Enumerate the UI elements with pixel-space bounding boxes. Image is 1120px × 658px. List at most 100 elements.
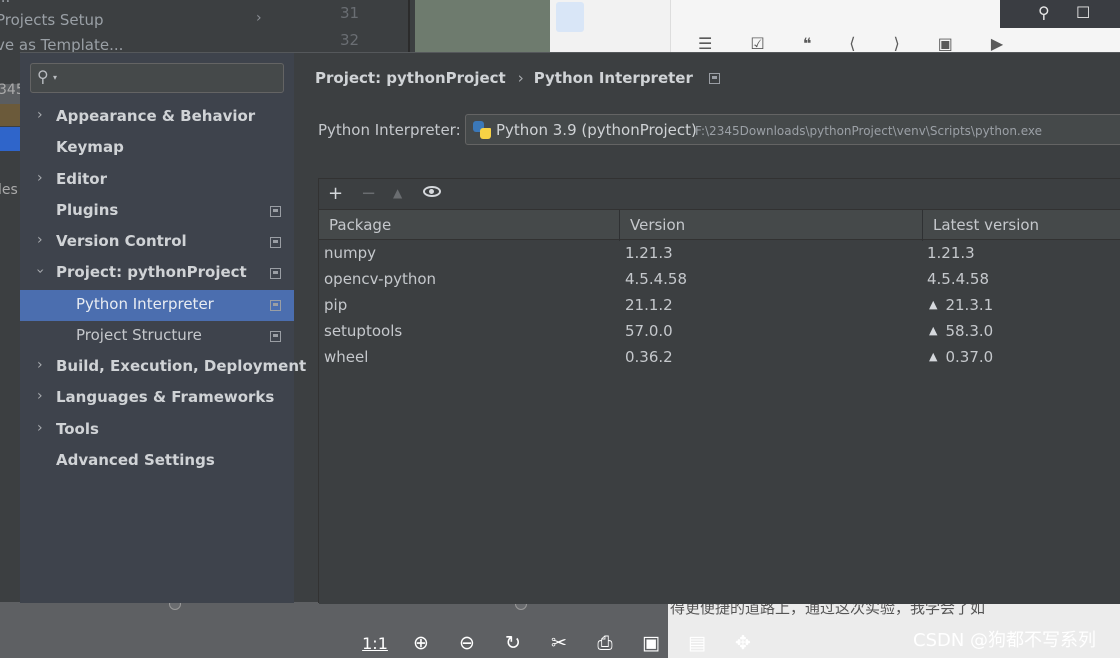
background-tool-panel [550,0,670,52]
plus-icon[interactable]: + [328,183,343,204]
table-row[interactable]: opencv-python 4.5.4.58 4.5.4.58 [319,267,1120,293]
sidebar-item-label: Plugins [56,201,119,219]
package-latest: ▲ 0.37.0 [927,348,993,366]
maximize-icon[interactable]: ☐ [1076,3,1090,22]
sidebar-item-label: Project: pythonProject [56,263,247,281]
package-name: pip [324,296,348,314]
sidebar-item-advanced-settings[interactable]: Advanced Settings [20,446,294,477]
table-header: Package Version Latest version [319,209,1120,241]
sidebar-item-project-structure[interactable]: Project Structure [20,321,294,352]
minus-icon[interactable]: − [361,183,376,204]
chevron-right-icon: › [37,170,43,186]
sidebar-item-tools[interactable]: › Tools [20,415,294,446]
chevron-down-icon: ▾ [53,73,58,82]
image-edit-icon[interactable]: ▤ [682,632,712,654]
background-block [0,127,20,151]
sidebar-item-label: Tools [56,420,99,438]
interpreter-select[interactable]: Python 3.9 (pythonProject) F:\2345Downlo… [465,114,1120,145]
package-latest: 1.21.3 [927,244,975,262]
table-row[interactable]: wheel 0.36.2 ▲ 0.37.0 [319,345,1120,371]
chevron-right-icon: › [37,107,43,123]
package-version: 4.5.4.58 [625,270,688,288]
packages-table: Package Version Latest version numpy 1.2… [319,209,1120,604]
package-name: setuptools [324,322,403,340]
background-text: Projects Setup [0,11,104,29]
project-scope-icon [270,237,281,248]
upgrade-available-icon: ▲ [929,324,938,337]
package-version: 1.21.3 [625,244,673,262]
gallery-icon[interactable]: ▣ [636,632,666,654]
package-version: 0.36.2 [625,348,673,366]
sidebar-item-editor[interactable]: › Editor [20,165,294,196]
table-row[interactable]: setuptools 57.0.0 ▲ 58.3.0 [319,319,1120,345]
editor-toolbar-icons: ☰☑❝⟨⟩▣▶ [698,34,1042,53]
eye-icon[interactable] [423,186,441,197]
breadcrumb-current: Python Interpreter [533,69,693,87]
chevron-right-icon: › [37,357,43,373]
chevron-down-icon: › [31,268,48,274]
sidebar-item-appearance-behavior[interactable]: › Appearance & Behavior [20,102,294,133]
location-pin-icon [556,2,584,32]
actual-size-button[interactable]: 1:1 [360,634,390,653]
sidebar-item-label: Editor [56,170,107,188]
column-divider[interactable] [922,210,923,241]
sidebar-item-python-interpreter[interactable]: Python Interpreter [20,290,294,321]
latest-version-text: 4.5.4.58 [927,270,990,288]
crop-icon[interactable]: ✂ [544,632,574,654]
project-scope-icon [270,331,281,342]
sidebar-item-languages-frameworks[interactable]: › Languages & Frameworks [20,383,294,414]
column-header-package[interactable]: Package [329,216,391,234]
fit-screen-icon[interactable]: ✥ [728,632,758,654]
table-row[interactable]: numpy 1.21.3 1.21.3 [319,241,1120,267]
sidebar-item-version-control[interactable]: › Version Control [20,227,294,258]
sidebar-item-label: Version Control [56,232,187,250]
background-left-strip: 345 les [0,52,25,607]
sidebar-item-build-execution-deployment[interactable]: › Build, Execution, Deployment [20,352,306,383]
sidebar-item-label: Project Structure [76,326,202,344]
sidebar-item-project[interactable]: › Project: pythonProject [20,258,294,289]
latest-version-text: 21.3.1 [945,296,994,314]
column-header-latest-version[interactable]: Latest version [933,216,1039,234]
sidebar-item-keymap[interactable]: Keymap [20,133,294,164]
settings-dialog: ⚲ ▾ › Appearance & Behavior Keymap › Edi… [20,52,1120,604]
background-text: ... [0,0,10,6]
package-version: 21.1.2 [625,296,673,314]
window-title-bar: ⚲ ☐ [1000,0,1120,28]
interpreter-path: F:\2345Downloads\pythonProject\venv\Scri… [695,124,1043,138]
sidebar-item-plugins[interactable]: Plugins [20,196,294,227]
settings-content: Project: pythonProject › Python Interprete… [294,53,1120,604]
package-latest: 4.5.4.58 [927,270,989,288]
project-scope-icon [270,268,281,279]
background-ide-panel: ... Projects Setup ve as Template... 31 … [0,0,415,52]
python-icon [473,121,491,139]
package-name: numpy [324,244,377,262]
line-number: 31 [340,4,360,22]
save-icon[interactable]: ⎙ [590,632,620,654]
pin-icon[interactable]: ⚲ [1038,3,1050,22]
rotate-icon[interactable]: ↻ [498,632,528,654]
zoom-in-icon[interactable]: ⊕ [406,632,436,654]
table-row[interactable]: pip 21.1.2 ▲ 21.3.1 [319,293,1120,319]
watermark: CSDN @狗都不写系列 [913,630,1097,651]
sidebar-item-label: Languages & Frameworks [56,388,275,406]
zoom-out-icon[interactable]: ⊖ [452,632,482,654]
upgrade-icon[interactable]: ▲ [393,186,402,200]
package-name: wheel [324,348,369,366]
project-scope-icon [270,206,281,217]
project-scope-icon [270,300,281,311]
package-name: opencv-python [324,270,437,288]
search-icon: ⚲ [37,67,49,86]
breadcrumb: Project: pythonProject › Python Interprete… [315,69,720,87]
packages-toolbar: + − ▲ [319,179,1120,209]
background-text: ve as Template... [0,36,124,52]
background-block [0,104,20,126]
column-header-version[interactable]: Version [630,216,685,234]
chevron-right-icon: › [37,388,43,404]
upgrade-available-icon: ▲ [929,350,938,363]
interpreter-label: Python Interpreter: [318,121,461,139]
breadcrumb-parent[interactable]: Project: pythonProject [315,69,506,87]
sidebar-item-label: Keymap [56,138,124,156]
column-divider[interactable] [619,210,620,241]
breadcrumb-separator: › [517,69,524,87]
settings-search-input[interactable]: ⚲ ▾ [30,63,284,93]
